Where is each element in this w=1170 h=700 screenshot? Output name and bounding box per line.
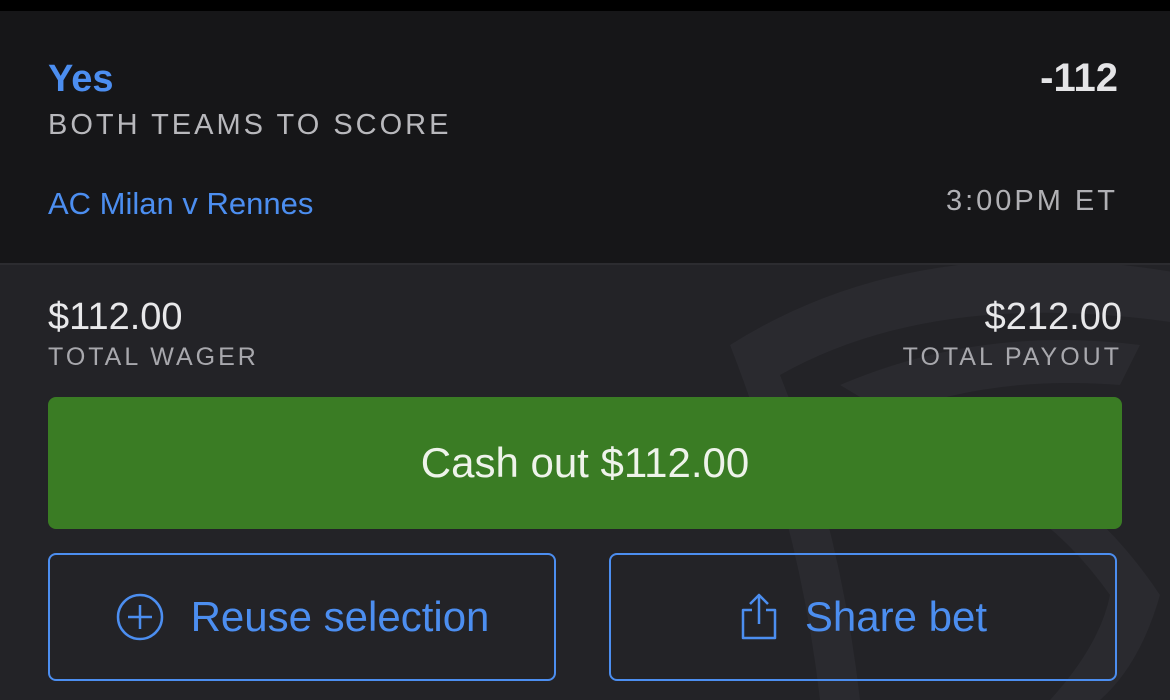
odds-value: -112 — [1040, 56, 1118, 100]
total-wager-amount: $112.00 — [48, 296, 183, 338]
bet-selection-card: Yes BOTH TEAMS TO SCORE -112 AC Milan v … — [0, 11, 1170, 265]
total-payout-amount: $212.00 — [984, 296, 1122, 338]
event-link[interactable]: AC Milan v Rennes — [48, 187, 313, 221]
event-time: 3:00PM ET — [945, 185, 1118, 217]
top-divider — [0, 0, 1170, 11]
reuse-selection-button[interactable]: Reuse selection — [48, 553, 556, 681]
selection-name: Yes — [48, 58, 114, 100]
market-name: BOTH TEAMS TO SCORE — [48, 109, 452, 141]
share-bet-label: Share bet — [804, 593, 988, 640]
share-bet-button[interactable]: Share bet — [609, 553, 1117, 681]
reuse-selection-label: Reuse selection — [190, 593, 490, 640]
share-icon — [739, 592, 779, 642]
total-wager-label: TOTAL WAGER — [48, 343, 259, 371]
bet-summary: $112.00 TOTAL WAGER $212.00 TOTAL PAYOUT… — [0, 265, 1170, 700]
plus-circle-icon — [115, 592, 165, 642]
cash-out-label: Cash out $112.00 — [420, 439, 750, 486]
total-payout-label: TOTAL PAYOUT — [902, 343, 1122, 371]
cash-out-button[interactable]: Cash out $112.00 — [48, 397, 1122, 529]
